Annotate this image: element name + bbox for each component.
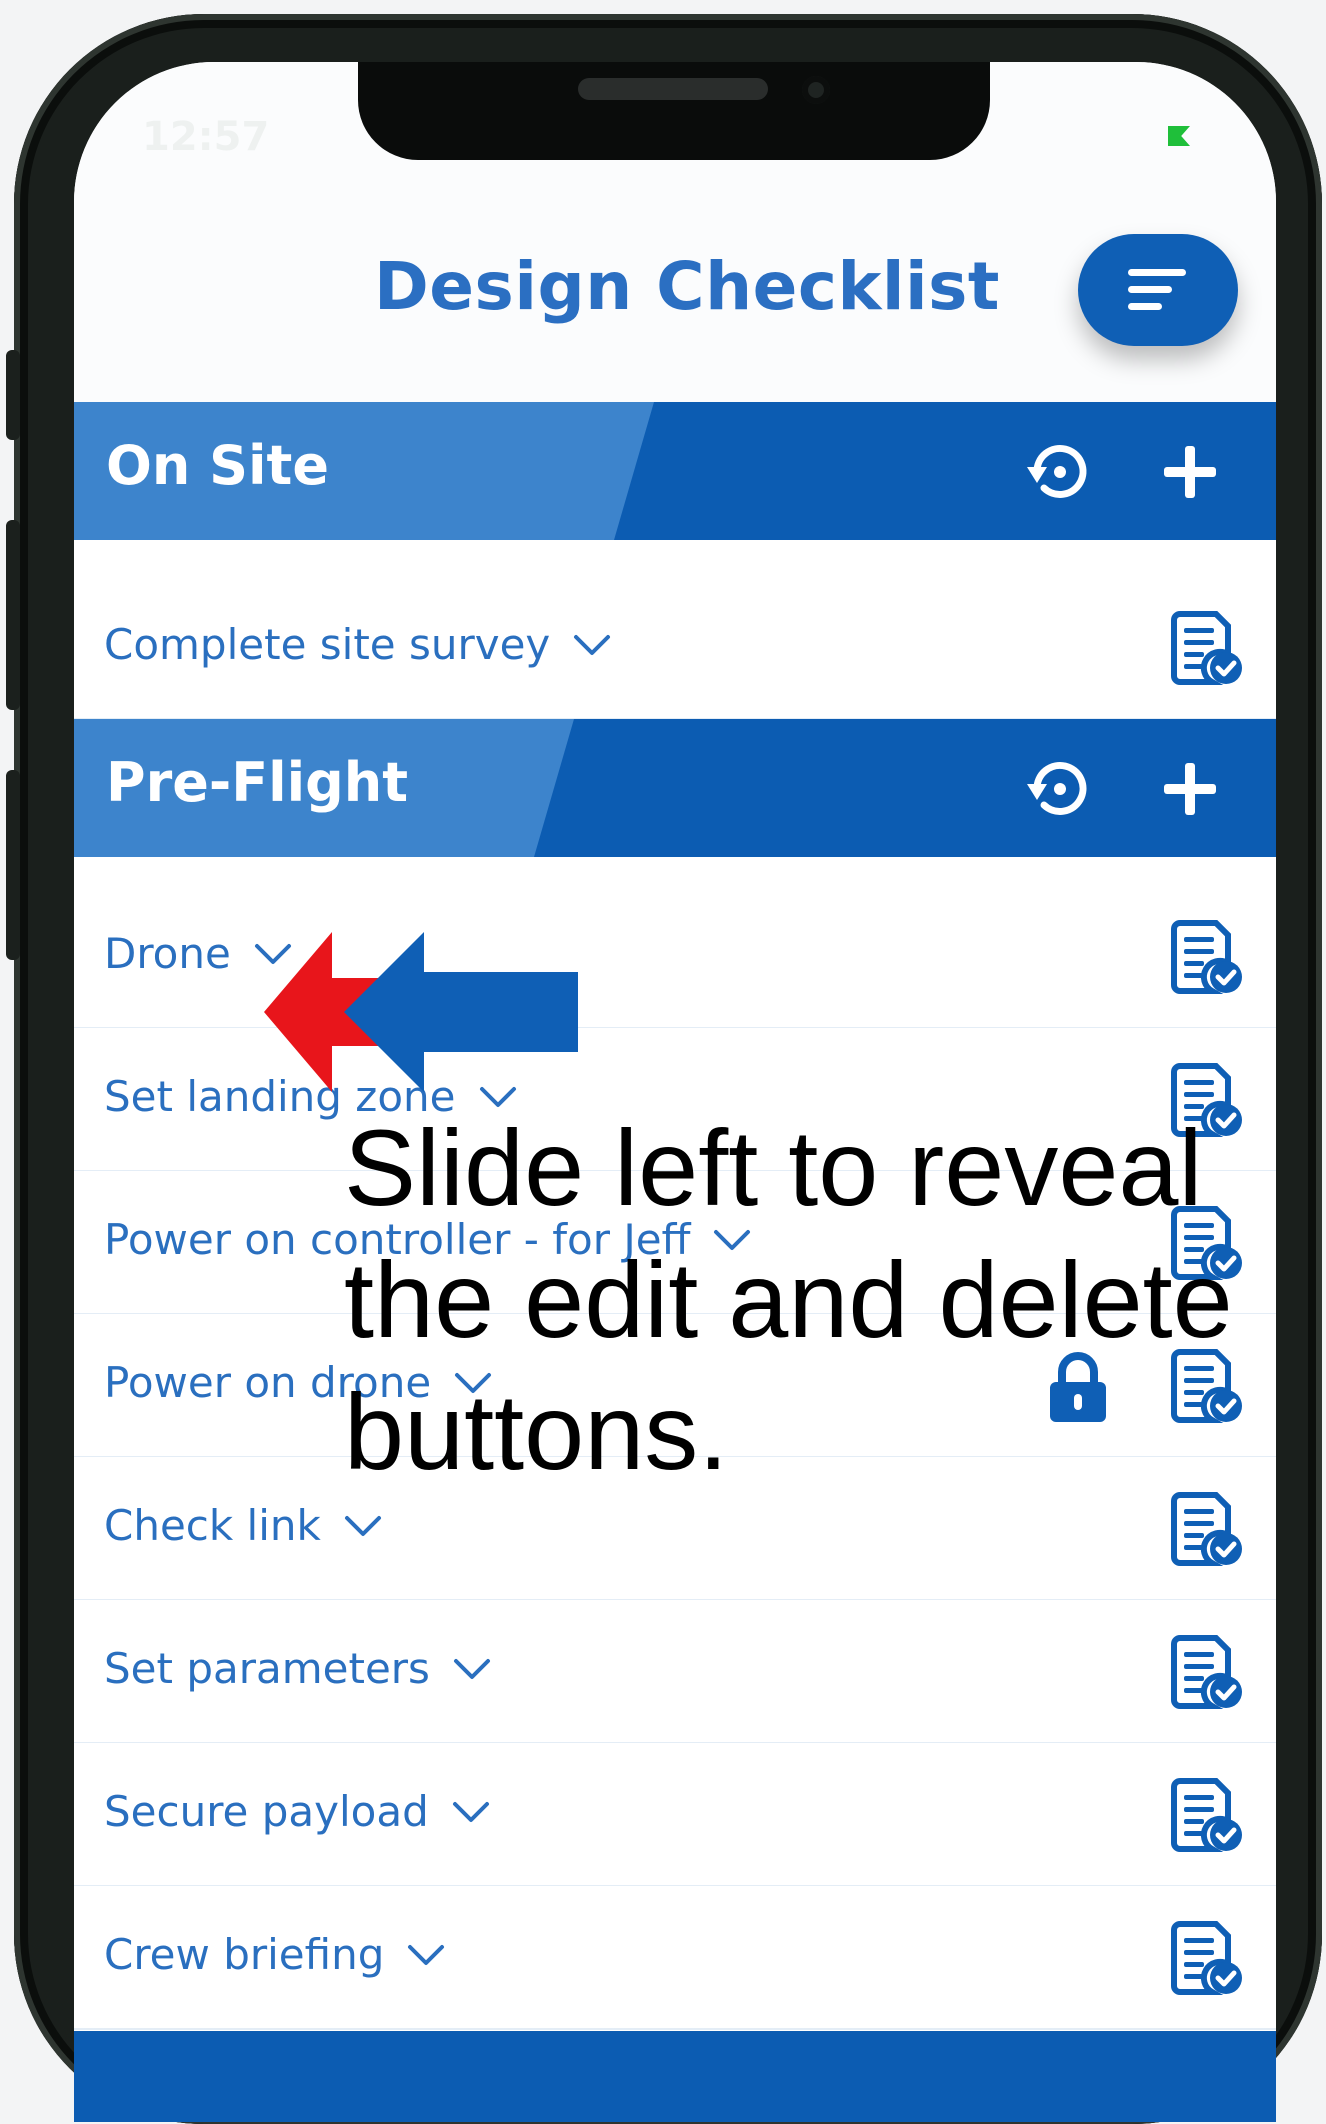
- mute-switch: [6, 350, 20, 440]
- checklist-doc-icon: [1171, 1492, 1242, 1566]
- checklist-item-title: Crew briefing: [104, 1930, 446, 1979]
- chevron-down-icon[interactable]: [451, 1800, 491, 1824]
- reset-section-button[interactable]: [1020, 749, 1100, 829]
- volume-up-button: [6, 520, 20, 710]
- checklist-item-label: Drone: [104, 929, 231, 978]
- item-notes-button[interactable]: [1170, 610, 1246, 686]
- front-camera: [802, 76, 830, 104]
- reset-section-button[interactable]: [1020, 432, 1100, 512]
- menu-button[interactable]: [1078, 234, 1238, 346]
- checklist-doc-icon: [1171, 1921, 1242, 1995]
- chevron-down-icon[interactable]: [572, 633, 612, 657]
- battery-icon: [1168, 126, 1190, 146]
- swipe-hint-text: Slide left to reveal the edit and delete…: [344, 1107, 1233, 1492]
- checklist-item-label: Set parameters: [104, 1644, 430, 1693]
- checklist-item-title: Set parameters: [104, 1644, 492, 1693]
- checklist-item-label: Crew briefing: [104, 1930, 385, 1979]
- section-header: Pre-Flight: [74, 719, 1276, 857]
- checklist-item-label: Complete site survey: [104, 620, 551, 669]
- checklist-item-label: Secure payload: [104, 1787, 429, 1836]
- checklist-doc-icon: [1171, 920, 1242, 994]
- item-notes-button[interactable]: [1170, 1634, 1246, 1710]
- blue-arrow-icon: [344, 932, 578, 1092]
- menu-lines-icon: [1128, 269, 1186, 310]
- checklist-doc-icon: [1171, 1778, 1242, 1852]
- page-title: Design Checklist: [374, 248, 1000, 325]
- checklist-item[interactable]: Secure payload: [74, 1743, 1276, 1887]
- item-notes-button[interactable]: [1170, 919, 1246, 995]
- add-item-button[interactable]: [1150, 749, 1230, 829]
- history-icon: [1027, 444, 1087, 498]
- phone-notch: [358, 62, 990, 160]
- chevron-down-icon[interactable]: [406, 1943, 446, 1967]
- app-screen: 12:57 Design Checklist On Site Complete s…: [74, 62, 1276, 2122]
- checklist-item[interactable]: Crew briefing: [74, 1886, 1276, 2030]
- plus-icon: [1164, 446, 1216, 498]
- status-time: 12:57: [142, 114, 270, 160]
- swipe-hint-arrows: [264, 932, 584, 1092]
- item-notes-button[interactable]: [1170, 1491, 1246, 1567]
- chevron-down-icon[interactable]: [343, 1514, 383, 1538]
- section-title: Pre-Flight: [106, 751, 409, 814]
- checklist-item[interactable]: Complete site survey: [74, 576, 1276, 720]
- checklist-item-title: Check link: [104, 1501, 383, 1550]
- history-icon: [1027, 761, 1087, 815]
- plus-icon: [1164, 763, 1216, 815]
- checklist-item-title: Secure payload: [104, 1787, 491, 1836]
- volume-down-button: [6, 770, 20, 960]
- checklist-doc-icon: [1171, 1635, 1242, 1709]
- checklist-item-label: Check link: [104, 1501, 321, 1550]
- chevron-down-icon[interactable]: [452, 1657, 492, 1681]
- checklist-item-title: Complete site survey: [104, 620, 612, 669]
- next-section-header: [74, 2031, 1276, 2122]
- item-notes-button[interactable]: [1170, 1777, 1246, 1853]
- section-title: On Site: [106, 434, 329, 497]
- section-header: On Site: [74, 402, 1276, 540]
- add-item-button[interactable]: [1150, 432, 1230, 512]
- item-notes-button[interactable]: [1170, 1920, 1246, 1996]
- checklist-item[interactable]: Set parameters: [74, 1600, 1276, 1744]
- speaker-grille: [578, 78, 768, 100]
- checklist-doc-icon: [1171, 611, 1242, 685]
- checklist-item[interactable]: Drone: [74, 885, 1276, 1029]
